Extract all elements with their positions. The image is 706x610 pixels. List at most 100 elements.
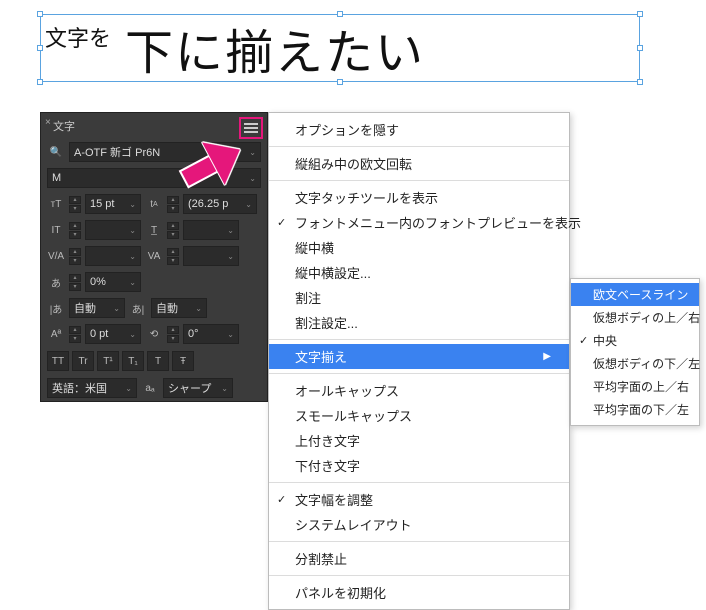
menu-label: 分割禁止 [295,549,347,568]
menu-superscript[interactable]: 上付き文字 [269,428,569,453]
subscript-button[interactable]: T₁ [122,351,144,371]
baseline-shift-stepper[interactable]: ▴▾ [69,326,81,343]
aki-right-icon: あ| [129,299,147,317]
menu-label: 割注 [295,288,321,307]
font-size-stepper[interactable]: ▴▾ [69,196,81,213]
menu-label: オプションを隠す [295,120,399,139]
font-size-value: 15 pt [90,198,114,210]
panel-flyout-menu: オプションを隠す 縦組み中の欧文回転 文字タッチツールを表示 ✓フォントメニュー… [268,112,570,610]
aki-left-value: 自動 [74,300,96,316]
text-frame[interactable]: 文字を 下に揃えたい [40,14,640,82]
character-alignment-submenu: 欧文ベースライン 仮想ボディの上／右 ✓ 中央 仮想ボディの下／左 平均字面の上／… [570,278,700,426]
submenu-em-bottom[interactable]: 仮想ボディの下／左 [571,352,699,375]
menu-tcy[interactable]: 縦中横 [269,235,569,260]
search-icon: 🔍 [47,143,65,161]
menu-hide-options[interactable]: オプションを隠す [269,117,569,142]
kerning-stepper[interactable]: ▴▾ [69,248,81,265]
panel-tab-character[interactable]: 文字 [47,116,81,136]
submenu-roman-baseline[interactable]: 欧文ベースライン [571,283,699,306]
tracking-icon: VA [145,247,163,265]
menu-all-caps[interactable]: オールキャップス [269,378,569,403]
vscale-icon: IT [47,221,65,239]
menu-no-break[interactable]: 分割禁止 [269,546,569,571]
menu-label: 縦組み中の欧文回転 [295,154,412,173]
vscale-stepper[interactable]: ▴▾ [69,222,81,239]
menu-label: スモールキャップス [295,406,412,425]
hscale-input[interactable]: ⌄ [183,220,239,240]
menu-separator [269,339,569,340]
submenu-icf-top[interactable]: 平均字面の上／右 [571,375,699,398]
menu-small-caps[interactable]: スモールキャップス [269,403,569,428]
allcaps-button[interactable]: TT [47,351,69,371]
sample-text-large: 下に揃えたい [125,13,425,83]
smallcaps-button[interactable]: Tr [72,351,94,371]
baseline-shift-icon: Aª [47,325,65,343]
char-rotation-value: 0° [188,328,199,340]
menu-adjust-width[interactable]: ✓文字幅を調整 [269,487,569,512]
check-icon: ✓ [579,334,588,347]
char-rotation-icon: ⟲ [145,325,163,343]
menu-label: オールキャップス [295,381,399,400]
char-rotation-stepper[interactable]: ▴▾ [167,326,179,343]
kerning-input[interactable]: ⌄ [85,246,141,266]
tsume-stepper[interactable]: ▴▾ [69,274,81,291]
hscale-stepper[interactable]: ▴▾ [167,222,179,239]
tsume-value: 0% [90,276,106,288]
baseline-shift-input[interactable]: 0 pt⌄ [85,324,141,344]
menu-separator [269,180,569,181]
menu-label: システムレイアウト [295,515,412,534]
superscript-button[interactable]: T¹ [97,351,119,371]
panel-menu-button[interactable] [239,117,263,139]
baseline-shift-value: 0 pt [90,328,108,340]
aki-left-icon: |あ [47,299,65,317]
menu-label: 上付き文字 [295,431,360,450]
tracking-input[interactable]: ⌄ [183,246,239,266]
font-style-value: M [52,172,61,184]
antialias-select[interactable]: シャープ⌄ [163,378,233,398]
menu-tcy-settings[interactable]: 縦中横設定... [269,260,569,285]
menu-label: パネルを初期化 [295,583,386,602]
menu-label: 平均字面の上／右 [593,378,689,395]
menu-label: 割注設定... [295,313,358,332]
menu-font-preview[interactable]: ✓フォントメニュー内のフォントプレビューを表示 [269,210,569,235]
panel-close-icon[interactable]: × [45,117,51,128]
strikethrough-button[interactable]: Ŧ [172,351,194,371]
submenu-em-top[interactable]: 仮想ボディの上／右 [571,306,699,329]
menu-label: 仮想ボディの上／右 [593,309,700,326]
vscale-input[interactable]: ⌄ [85,220,141,240]
language-value: 英語：米国 [52,380,107,396]
leading-stepper[interactable]: ▴▾ [167,196,179,213]
submenu-arrow-icon: ▶ [543,351,551,362]
char-rotation-input[interactable]: 0°⌄ [183,324,239,344]
menu-touch-tool[interactable]: 文字タッチツールを表示 [269,185,569,210]
menu-label: 仮想ボディの下／左 [593,355,700,372]
tsume-input[interactable]: 0%⌄ [85,272,141,292]
menu-label: 縦中横 [295,238,334,257]
sample-text-small: 文字を [45,21,111,53]
leading-icon: tA [145,195,163,213]
submenu-center[interactable]: ✓ 中央 [571,329,699,352]
menu-character-alignment[interactable]: 文字揃え▶ [269,344,569,369]
tsume-icon: あ [47,273,65,291]
language-select[interactable]: 英語：米国⌄ [47,378,137,398]
menu-tatechuyoko[interactable]: 縦組み中の欧文回転 [269,151,569,176]
menu-separator [269,482,569,483]
menu-label: 欧文ベースライン [593,286,688,303]
aki-left-select[interactable]: 自動⌄ [69,298,125,318]
submenu-icf-bottom[interactable]: 平均字面の下／左 [571,398,699,421]
menu-label: 縦中横設定... [295,263,371,282]
menu-subscript[interactable]: 下付き文字 [269,453,569,478]
hscale-icon: T̲ [145,221,163,239]
menu-label: 中央 [593,332,617,349]
menu-reset-panel[interactable]: パネルを初期化 [269,580,569,605]
menu-system-layout[interactable]: システムレイアウト [269,512,569,537]
menu-label: 文字幅を調整 [295,490,373,509]
menu-warichu-settings[interactable]: 割注設定... [269,310,569,335]
font-family-value: A-OTF 新ゴ Pr6N [74,144,160,160]
antialias-icon: aₐ [141,379,159,397]
font-size-input[interactable]: 15 pt⌄ [85,194,141,214]
tracking-stepper[interactable]: ▴▾ [167,248,179,265]
menu-warichu[interactable]: 割注 [269,285,569,310]
underline-button[interactable]: T [147,351,169,371]
aki-right-select[interactable]: 自動⌄ [151,298,207,318]
